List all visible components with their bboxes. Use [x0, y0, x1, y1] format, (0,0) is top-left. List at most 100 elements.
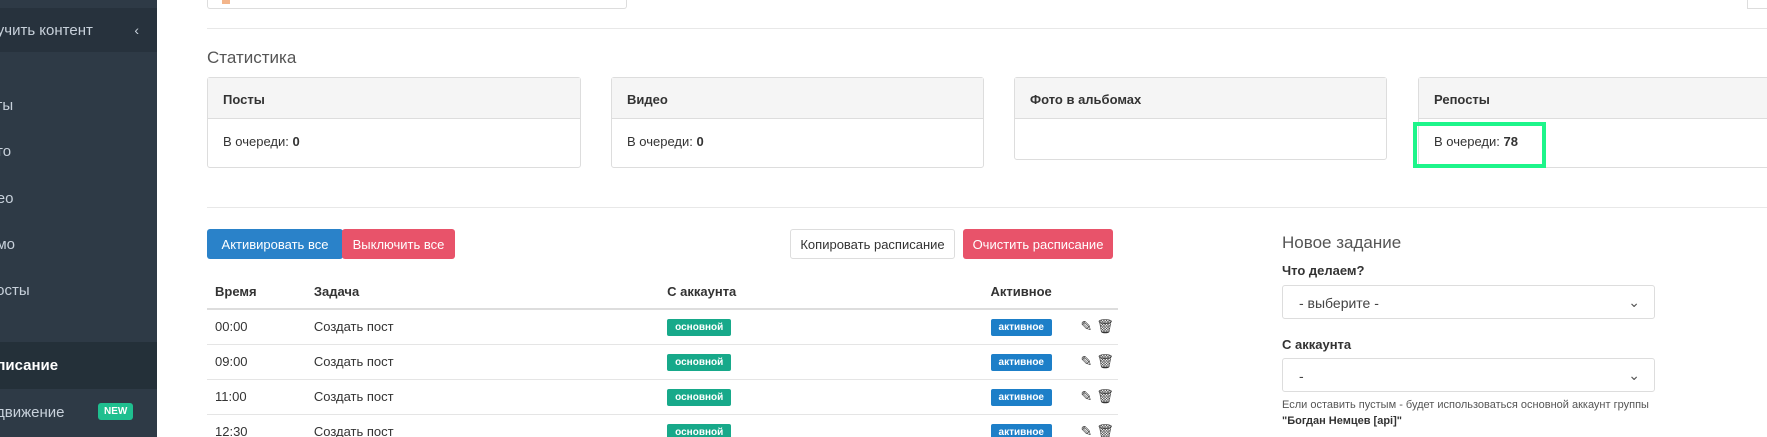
account-select-value: - [1299, 368, 1304, 384]
cell-active: активное [982, 344, 1073, 380]
stat-card-posts: Посты В очереди: 0 [207, 77, 581, 168]
what-label: Что делаем? [1282, 263, 1365, 278]
what-select-value: - выберите - [1299, 295, 1379, 311]
account-tag: основной [667, 318, 732, 336]
active-tag[interactable]: активное [990, 388, 1052, 406]
column-header-actions [1072, 274, 1118, 310]
help-text: Если оставить пустым - будет использоват… [1282, 399, 1649, 411]
stat-card-body: В очереди: 0 [208, 119, 580, 167]
table-row: 12:30 Создать пост основной активное ✎ 🗑 [207, 414, 1118, 437]
stat-card-album-photos: Фото в альбомах [1014, 77, 1387, 160]
queue-count: 0 [292, 134, 300, 149]
cell-actions: ✎ 🗑 [1072, 379, 1118, 415]
stat-card-body: В очереди: 0 [612, 119, 983, 167]
what-select[interactable]: - выберите - ⌄ [1282, 285, 1655, 319]
chevron-left-icon: ‹ [134, 22, 139, 38]
cell-actions: ✎ 🗑 [1072, 309, 1118, 345]
column-header-time: Время [207, 274, 306, 310]
sidebar-item-label: одвижение [0, 403, 65, 421]
stat-card-body [1015, 119, 1386, 159]
sidebar-item-label: део [0, 189, 14, 207]
top-right-control[interactable] [1747, 0, 1767, 9]
cell-account: основной [659, 344, 983, 380]
cell-account: основной [659, 309, 983, 345]
trash-icon[interactable]: 🗑 [1096, 388, 1114, 404]
activate-all-button[interactable]: Активировать все [207, 229, 343, 259]
sidebar-item-promo[interactable]: омо [0, 222, 15, 266]
cell-task: Создать пост [305, 414, 660, 437]
stat-card-title: Фото в альбомах [1015, 78, 1386, 119]
sidebar-item-label: лучить контент [0, 21, 93, 39]
account-select[interactable]: - ⌄ [1282, 358, 1655, 392]
queue-label: В очереди: [1434, 134, 1500, 149]
stat-card-title: Видео [612, 78, 983, 119]
table-row: 00:00 Создать пост основной активное ✎ 🗑 [207, 309, 1118, 345]
stat-card-title: Репосты [1419, 78, 1767, 119]
cell-time: 12:30 [207, 414, 306, 437]
chevron-down-icon: ⌄ [1628, 367, 1640, 383]
active-tag[interactable]: активное [990, 423, 1052, 437]
divider [207, 207, 1767, 208]
account-tag: основной [667, 353, 732, 371]
cell-account: основной [659, 414, 983, 437]
cell-active: активное [982, 309, 1073, 345]
edit-icon[interactable]: ✎ [1080, 388, 1092, 404]
cell-actions: ✎ 🗑 [1072, 344, 1118, 380]
clear-schedule-button[interactable]: Очистить расписание [963, 229, 1113, 259]
cell-task: Создать пост [305, 379, 660, 415]
trash-icon[interactable]: 🗑 [1096, 318, 1114, 334]
sidebar-item-photo[interactable]: ото [0, 129, 11, 173]
statistics-title: Статистика [207, 48, 297, 67]
active-tag[interactable]: активное [990, 353, 1052, 371]
sidebar-item-video[interactable]: део [0, 176, 13, 220]
account-label: С аккаунта [1282, 337, 1352, 352]
sidebar-item-schedule[interactable]: списание [0, 342, 157, 389]
input-icon [222, 0, 230, 4]
help-group-name: "Богдан Немцев [api]" [1282, 415, 1402, 427]
chevron-down-icon: ⌄ [1628, 294, 1640, 310]
cell-account: основной [659, 379, 983, 415]
new-task-title: Новое задание [1282, 233, 1402, 252]
cell-time: 00:00 [207, 309, 306, 345]
edit-icon[interactable]: ✎ [1080, 353, 1092, 369]
sidebar: лучить контент ‹ сты ото део омо посты с… [0, 0, 157, 437]
sidebar-item-label: списание [0, 357, 59, 374]
sidebar-item-promotion[interactable]: одвижение NEW [0, 390, 157, 434]
account-tag: основной [667, 423, 732, 437]
main-content: Статистика Посты В очереди: 0 Видео В оч… [157, 0, 1767, 437]
queue-label: В очереди: [223, 134, 289, 149]
sidebar-item-label: омо [0, 235, 15, 253]
copy-schedule-button[interactable]: Копировать расписание [790, 229, 955, 259]
account-tag: основной [667, 388, 732, 406]
column-header-task: Задача [305, 274, 660, 310]
sidebar-item-label: ото [0, 142, 12, 160]
cell-active: активное [982, 379, 1073, 415]
edit-icon[interactable]: ✎ [1080, 318, 1092, 334]
trash-icon[interactable]: 🗑 [1096, 423, 1114, 437]
sidebar-item-reposts[interactable]: посты [0, 268, 30, 312]
sidebar-item-label: сты [0, 96, 14, 114]
trash-icon[interactable]: 🗑 [1096, 353, 1114, 369]
stat-card-title: Посты [208, 78, 580, 119]
table-row: 11:00 Создать пост основной активное ✎ 🗑 [207, 379, 1118, 415]
column-header-account: С аккаунта [659, 274, 983, 310]
cell-actions: ✎ 🗑 [1072, 414, 1118, 437]
table-row: 09:00 Создать пост основной активное ✎ 🗑 [207, 344, 1118, 380]
schedule-table: Время Задача С аккаунта Активное 00:00 С… [207, 274, 1118, 437]
sidebar-item-posts[interactable]: сты [0, 83, 13, 127]
stat-card-video: Видео В очереди: 0 [611, 77, 984, 168]
cell-task: Создать пост [305, 309, 660, 345]
queue-label: В очереди: [627, 134, 693, 149]
sidebar-item-get-content[interactable]: лучить контент ‹ [0, 8, 157, 52]
divider [207, 28, 1767, 29]
active-tag[interactable]: активное [990, 318, 1052, 336]
sidebar-item-label: посты [0, 281, 30, 299]
account-help-text: Если оставить пустым - будет использоват… [1282, 397, 1682, 429]
stat-card-body: В очереди: 78 [1419, 119, 1767, 167]
cell-time: 11:00 [207, 379, 306, 415]
stat-card-reposts: Репосты В очереди: 78 [1418, 77, 1767, 168]
edit-icon[interactable]: ✎ [1080, 423, 1092, 437]
top-input-field[interactable] [207, 0, 627, 9]
cell-time: 09:00 [207, 344, 306, 380]
disable-all-button[interactable]: Выключить все [342, 229, 455, 259]
